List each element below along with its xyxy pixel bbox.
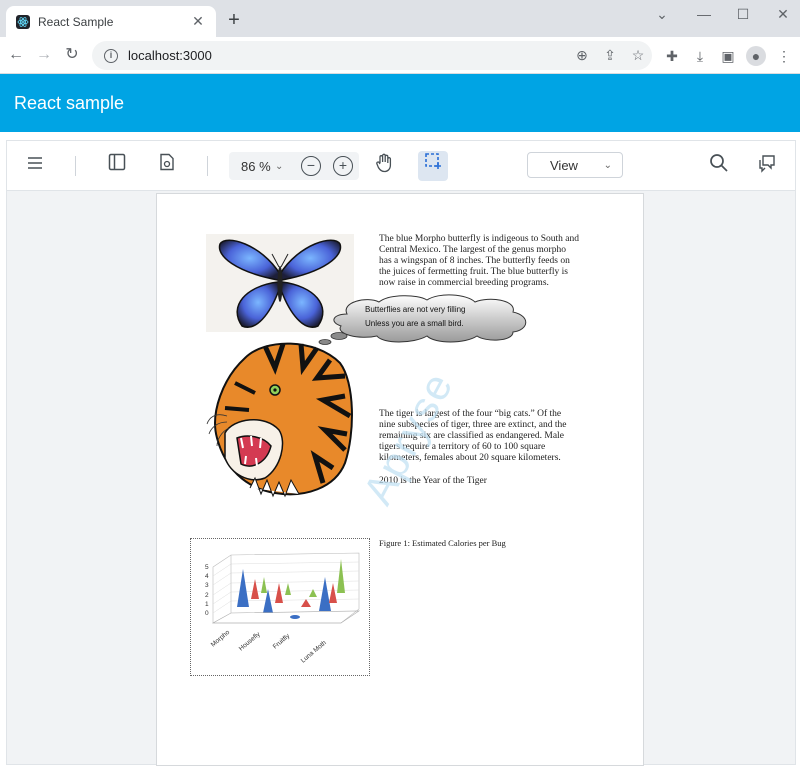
app-header: React sample <box>0 74 800 132</box>
y-tick-label: 3 <box>205 582 209 589</box>
y-tick-label: 5 <box>205 564 209 571</box>
x-category-label: Fruitfly <box>272 632 292 650</box>
tab-title: React Sample <box>38 14 114 29</box>
page-settings-icon[interactable] <box>153 153 181 179</box>
download-icon[interactable]: ⤓ <box>690 46 710 66</box>
zoom-in-icon[interactable]: + <box>333 156 353 176</box>
extensions-icon[interactable]: ✚ <box>662 46 682 66</box>
viewer-toolbar: 86 % ⌄ − + View ⌄ <box>7 141 795 191</box>
address-bar[interactable]: i localhost:3000 ⊕ ⇪ ☆ <box>92 41 652 70</box>
forward-icon[interactable]: → <box>34 45 54 65</box>
info-icon[interactable]: i <box>104 48 118 63</box>
figure-caption: Figure 1: Estimated Calories per Bug <box>379 538 506 548</box>
view-dropdown[interactable]: View ⌄ <box>527 152 623 178</box>
url-text[interactable]: localhost:3000 <box>128 48 568 63</box>
calories-chart: 5 4 3 2 1 0 Morpho Housefly Fruitfly Lun… <box>190 538 370 676</box>
star-icon[interactable]: ☆ <box>624 47 652 64</box>
y-tick-label: 2 <box>205 592 209 599</box>
y-tick-label: 4 <box>205 573 209 580</box>
zoom-value[interactable]: 86 % <box>241 159 275 174</box>
butterfly-paragraph: The blue Morpho butterfly is indigeous t… <box>379 234 580 288</box>
tab-close-icon[interactable]: ✕ <box>190 13 206 30</box>
x-category-label: Morpho <box>210 629 232 649</box>
y-tick-label: 1 <box>205 601 209 608</box>
divider <box>207 156 208 176</box>
back-icon[interactable]: ← <box>6 45 26 65</box>
pdf-viewer: 86 % ⌄ − + View ⌄ The blue Morpho butter… <box>6 140 796 766</box>
chevron-down-icon[interactable]: ⌄ <box>275 161 289 172</box>
share-icon[interactable]: ⇪ <box>596 47 624 64</box>
browser-tab[interactable]: React Sample ✕ <box>6 6 216 37</box>
divider <box>75 156 76 176</box>
comments-panel-icon[interactable] <box>753 153 781 179</box>
app-title: React sample <box>14 92 125 113</box>
marquee-zoom-icon[interactable] <box>418 151 448 181</box>
zoom-icon[interactable]: ⊕ <box>568 47 596 64</box>
search-icon[interactable] <box>705 153 733 179</box>
sidepanel-icon[interactable]: ▣ <box>718 46 738 66</box>
bubble-line-2: Unless you are a small bird. <box>365 319 464 328</box>
zoom-out-icon[interactable]: − <box>301 156 321 176</box>
react-favicon-icon <box>16 14 30 29</box>
menu-icon[interactable] <box>21 153 49 179</box>
menu-icon[interactable]: ⋮ <box>774 46 794 66</box>
view-dropdown-label: View <box>550 157 578 173</box>
minimize-icon[interactable]: — <box>694 6 714 22</box>
pan-hand-icon[interactable] <box>370 153 398 179</box>
document-page[interactable]: The blue Morpho butterfly is indigeous t… <box>156 193 644 766</box>
left-panel-icon[interactable] <box>103 153 131 179</box>
profile-icon[interactable]: ● <box>746 46 766 66</box>
chevron-down-icon: ⌄ <box>603 159 612 171</box>
reload-icon[interactable]: ↻ <box>62 45 82 65</box>
new-tab-button[interactable]: + <box>224 10 244 30</box>
tiger-image <box>205 338 357 498</box>
tab-search-icon[interactable]: ⌄ <box>652 6 672 22</box>
x-category-label: Luna Moth <box>300 639 328 664</box>
maximize-icon[interactable]: ☐ <box>733 6 753 22</box>
browser-toolbar: ← → ↻ i localhost:3000 ⊕ ⇪ ☆ ✚ ⤓ ▣ ● ⋮ <box>0 37 800 74</box>
bubble-line-1: Butterflies are not very filling <box>365 305 466 314</box>
y-tick-label: 0 <box>205 610 209 617</box>
zoom-control: 86 % ⌄ − + <box>229 152 359 180</box>
x-category-label: Housefly <box>238 630 262 652</box>
browser-tabstrip: React Sample ✕ + ⌄ — ☐ ✕ <box>0 0 800 37</box>
window-close-icon[interactable]: ✕ <box>773 6 793 22</box>
